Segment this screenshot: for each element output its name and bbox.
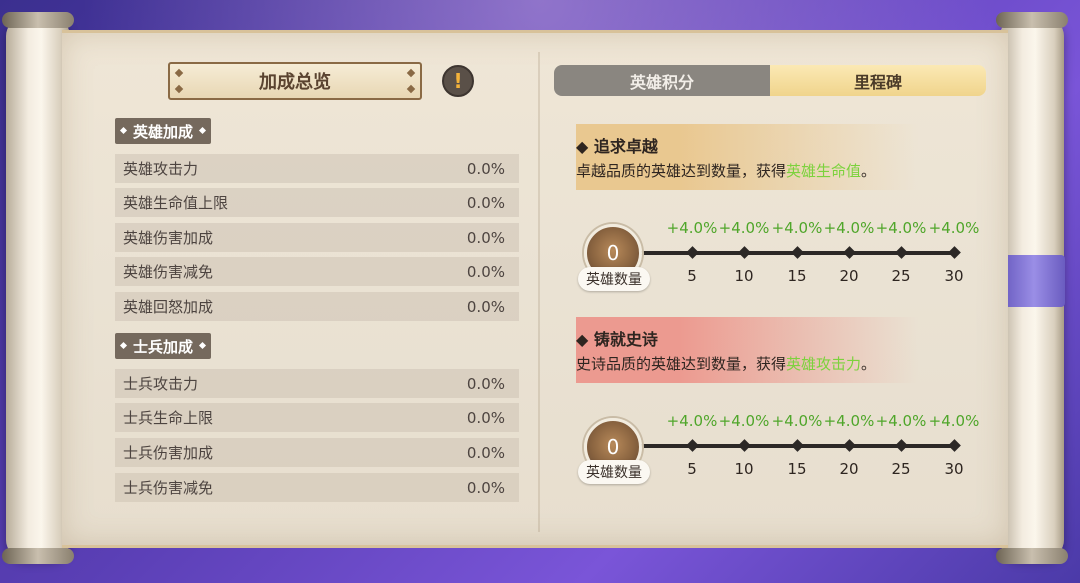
stat-name: 士兵伤害减免 [123, 479, 214, 497]
bonus-overview-title-text: 加成总览 [259, 72, 331, 93]
hero-stat-row: 英雄生命值上限 0.0% [115, 188, 519, 217]
hero-stat-row: 英雄伤害减免 0.0% [115, 257, 519, 286]
stat-name: 士兵攻击力 [123, 375, 199, 393]
soldier-stat-row: 士兵伤害加成 0.0% [115, 438, 519, 467]
stat-name: 英雄伤害减免 [123, 263, 214, 281]
milestone-threshold: 10 [734, 267, 754, 285]
milestone-threshold: 5 [687, 267, 697, 285]
milestone-bonus: +4.0% [771, 412, 823, 430]
milestone-threshold: 20 [839, 460, 859, 478]
milestone-threshold: 5 [687, 460, 697, 478]
soldier-stat-row: 士兵伤害减免 0.0% [115, 473, 519, 502]
stat-value: 0.0% [466, 297, 505, 316]
stat-value: 0.0% [466, 193, 505, 212]
hero-stat-row: 英雄伤害加成 0.0% [115, 223, 519, 252]
stat-name: 英雄回怒加成 [123, 298, 214, 316]
hero-stat-row: 英雄回怒加成 0.0% [115, 292, 519, 321]
bonus-overview-title: 加成总览 [168, 62, 422, 100]
stat-value: 0.0% [466, 262, 505, 281]
milestone-title: ◆ 追求卓越 [576, 137, 658, 156]
milestone-threshold: 25 [891, 460, 911, 478]
milestone-threshold: 20 [839, 267, 859, 285]
stat-name: 英雄伤害加成 [123, 229, 214, 247]
milestone-bonus: +4.0% [666, 412, 718, 430]
milestone-bonus: +4.0% [718, 219, 770, 237]
milestone-bonus: +4.0% [771, 219, 823, 237]
milestone-bonus: +4.0% [718, 412, 770, 430]
milestone-threshold: 25 [891, 267, 911, 285]
stat-name: 英雄生命值上限 [123, 194, 229, 212]
stat-name: 士兵生命上限 [123, 409, 214, 427]
stat-value: 0.0% [466, 228, 505, 247]
scroll-ribbon [1003, 255, 1065, 307]
stat-name: 士兵伤害加成 [123, 444, 214, 462]
soldier-stat-row: 士兵攻击力 0.0% [115, 369, 519, 398]
soldier-stat-row: 士兵生命上限 0.0% [115, 403, 519, 432]
milestone-threshold: 30 [944, 460, 964, 478]
stat-value: 0.0% [466, 478, 505, 497]
info-icon[interactable]: ! [442, 65, 474, 97]
tab-milestones[interactable]: 里程碑 [770, 65, 986, 96]
soldier-bonus-tag: 士兵加成 [115, 333, 212, 359]
scroll-roller-left [2, 12, 74, 564]
hero-bonus-tag: 英雄加成 [115, 118, 212, 144]
tab-hero-points[interactable]: 英雄积分 [554, 65, 770, 96]
tab-bar: 英雄积分 里程碑 [554, 65, 986, 96]
stat-value: 0.0% [466, 374, 505, 393]
milestone-threshold: 15 [787, 267, 807, 285]
stat-value: 0.0% [466, 408, 505, 427]
panel-divider [538, 52, 540, 532]
stat-value: 0.0% [466, 159, 505, 178]
milestone-bonus: +4.0% [875, 412, 927, 430]
milestone-bonus: +4.0% [666, 219, 718, 237]
milestone-description: 卓越品质的英雄达到数量，获得英雄生命值。 [576, 162, 877, 180]
milestone-threshold: 30 [944, 267, 964, 285]
milestone-bonus: +4.0% [875, 219, 927, 237]
milestone-description: 史诗品质的英雄达到数量，获得英雄攻击力。 [576, 355, 877, 373]
milestone-bonus: +4.0% [823, 412, 875, 430]
stat-name: 英雄攻击力 [123, 160, 199, 178]
milestone-title: ◆ 铸就史诗 [576, 330, 658, 349]
milestone-threshold: 10 [734, 460, 754, 478]
milestone-threshold: 15 [787, 460, 807, 478]
hero-count-label: 英雄数量 [578, 460, 650, 484]
milestone-bonus: +4.0% [928, 412, 980, 430]
milestone-bonus: +4.0% [823, 219, 875, 237]
hero-count-label: 英雄数量 [578, 267, 650, 291]
stat-value: 0.0% [466, 443, 505, 462]
milestone-bonus: +4.0% [928, 219, 980, 237]
hero-stat-row: 英雄攻击力 0.0% [115, 154, 519, 183]
